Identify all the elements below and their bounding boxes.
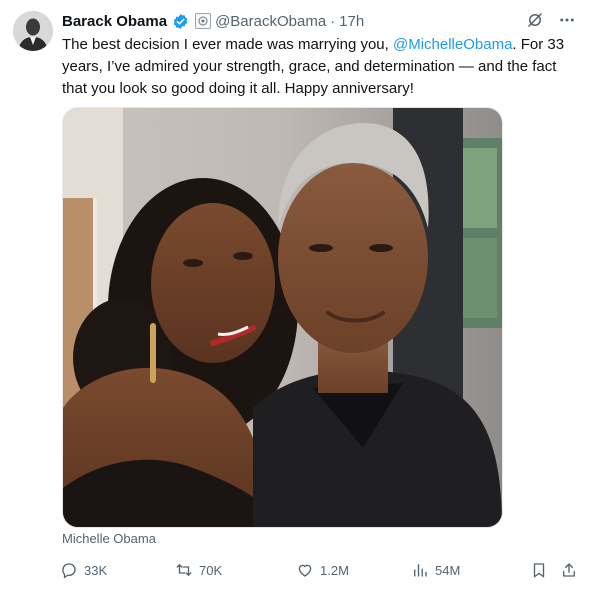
tweet-text-part1: The best decision I ever made was marryi…: [62, 36, 393, 53]
views-count: 54M: [435, 562, 461, 578]
heart-icon: [298, 564, 312, 577]
header-actions: [525, 10, 577, 30]
reply-icon: [62, 563, 76, 579]
like-button[interactable]: 1.2M: [296, 561, 349, 579]
verified-badge-icon: [172, 13, 189, 30]
reply-button[interactable]: 33K: [60, 561, 107, 579]
views-chart-icon: [414, 564, 427, 577]
bookmark-button[interactable]: [530, 561, 548, 579]
tweet-photo[interactable]: [62, 107, 503, 528]
mention-link[interactable]: @MichelleObama: [393, 36, 512, 53]
like-count: 1.2M: [320, 562, 349, 578]
government-badge-icon: [195, 13, 212, 29]
author-handle[interactable]: @BarackObama: [215, 13, 326, 30]
repost-icon: [176, 564, 192, 576]
bookmark-icon: [533, 563, 545, 578]
author-name[interactable]: Barack Obama: [62, 13, 167, 30]
grok-icon[interactable]: [525, 10, 545, 30]
more-options-icon[interactable]: [557, 10, 577, 30]
repost-count: 70K: [199, 562, 223, 578]
avatar[interactable]: [13, 11, 53, 51]
share-button[interactable]: [560, 561, 578, 579]
repost-button[interactable]: 70K: [175, 561, 222, 579]
tweet-text: The best decision I ever made was marryi…: [62, 34, 577, 100]
action-bar: 33K 70K 1.2M 54M: [60, 561, 580, 581]
media-tag[interactable]: Michelle Obama: [62, 531, 156, 546]
views-button[interactable]: 54M: [411, 561, 460, 579]
tweet-header: Barack Obama @BarackObama · 17h: [62, 10, 364, 32]
tweet-card: Barack Obama @BarackObama · 17h The best…: [0, 0, 591, 596]
share-icon: [563, 563, 575, 577]
header-separator: ·: [330, 12, 336, 30]
timestamp[interactable]: 17h: [339, 13, 364, 30]
reply-count: 33K: [84, 562, 108, 578]
